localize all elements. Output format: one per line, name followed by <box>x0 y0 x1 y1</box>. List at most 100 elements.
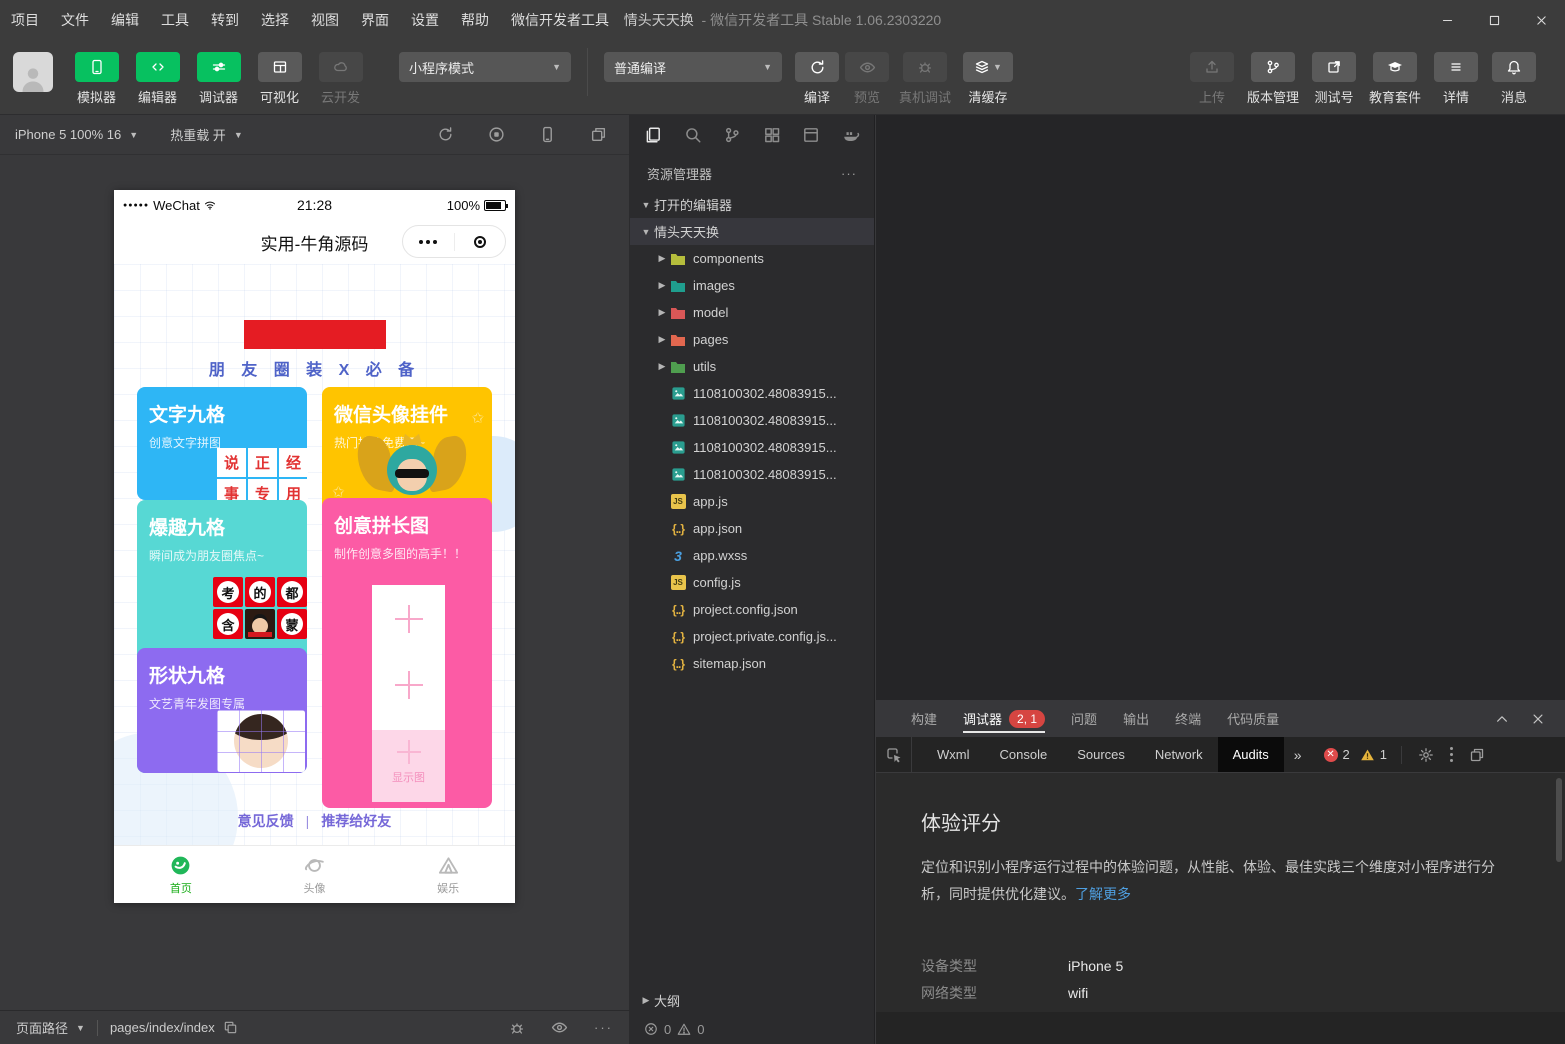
menu-tools[interactable]: 工具 <box>150 10 200 30</box>
tab-problems[interactable]: 问题 <box>1058 700 1110 737</box>
clear-cache-button[interactable]: ▼ 清缓存 <box>958 52 1018 106</box>
battery-icon <box>484 200 506 211</box>
page-path-label[interactable]: 页面路径 <box>16 1018 68 1037</box>
file-project-config[interactable]: {..} project.config.json <box>630 596 874 623</box>
devtools-tab-network[interactable]: Network <box>1140 737 1218 772</box>
whale-icon[interactable] <box>842 126 860 144</box>
tab-home[interactable]: 首页 <box>114 846 248 903</box>
files-icon[interactable] <box>644 126 662 144</box>
compile-button[interactable]: 编译 <box>792 52 842 106</box>
menu-interface[interactable]: 界面 <box>350 10 400 30</box>
more-icon[interactable]: ··· <box>841 166 857 181</box>
eye-icon[interactable] <box>551 1019 568 1036</box>
menu-devtools[interactable]: 微信开发者工具 <box>500 10 620 30</box>
version-manage-button[interactable]: 版本管理 <box>1241 52 1305 106</box>
folder-pages[interactable]: ▶ pages <box>630 326 874 353</box>
kebab-menu-icon[interactable] <box>1450 746 1453 764</box>
menu-goto[interactable]: 转到 <box>200 10 250 30</box>
tab-terminal[interactable]: 终端 <box>1162 700 1214 737</box>
menu-edit[interactable]: 编辑 <box>100 10 150 30</box>
menu-project[interactable]: 项目 <box>0 10 50 30</box>
file-image[interactable]: 1108100302.48083915... <box>630 407 874 434</box>
problems-summary[interactable]: 0 0 <box>630 1014 874 1044</box>
toggle-editor-button[interactable]: 编辑器 <box>127 52 188 106</box>
mode-select[interactable]: 小程序模式▼ <box>399 52 571 82</box>
file-image[interactable]: 1108100302.48083915... <box>630 380 874 407</box>
minimize-button[interactable] <box>1424 0 1471 40</box>
project-root[interactable]: ▼ 情头天天换 <box>630 218 874 245</box>
tab-build[interactable]: 构建 <box>898 700 950 737</box>
file-project-private-config[interactable]: {..} project.private.config.js... <box>630 623 874 650</box>
device-select[interactable]: iPhone 5 100% 16▼ <box>15 127 138 142</box>
file-config-js[interactable]: JS config.js <box>630 569 874 596</box>
compile-mode-select[interactable]: 普通编译▼ <box>604 52 782 82</box>
more-menu-button[interactable] <box>403 240 454 244</box>
extensions-icon[interactable] <box>763 126 781 144</box>
devtools-tab-audits[interactable]: Audits <box>1218 737 1284 772</box>
git-branch-icon[interactable] <box>723 126 741 144</box>
maximize-button[interactable] <box>1471 0 1518 40</box>
folder-images[interactable]: ▶ images <box>630 272 874 299</box>
more-icon[interactable]: ··· <box>594 1020 613 1035</box>
multi-window-icon[interactable] <box>590 126 607 143</box>
tab-output[interactable]: 输出 <box>1110 700 1162 737</box>
recommend-link[interactable]: 推荐给好友 <box>321 813 391 829</box>
file-app-wxss[interactable]: 3 app.wxss <box>630 542 874 569</box>
copy-icon[interactable] <box>223 1020 238 1035</box>
main-toolbar: 模拟器 编辑器 调试器 可视化 云开发 小程序模式▼ 普通编译▼ 编译 <box>0 40 1565 115</box>
scrollbar-thumb[interactable] <box>1556 778 1562 862</box>
file-image[interactable]: 1108100302.48083915... <box>630 434 874 461</box>
tab-code-quality[interactable]: 代码质量 <box>1214 700 1292 737</box>
sliders-icon <box>211 59 227 75</box>
folder-model[interactable]: ▶ model <box>630 299 874 326</box>
collapse-icon[interactable] <box>1495 712 1509 726</box>
file-image[interactable]: 1108100302.48083915... <box>630 461 874 488</box>
file-explorer: 资源管理器 ··· ▼ 打开的编辑器 ▼ 情头天天换 ▶ components … <box>630 115 875 1044</box>
gear-icon[interactable] <box>1418 747 1434 763</box>
close-icon <box>1535 14 1548 27</box>
search-icon[interactable] <box>684 126 702 144</box>
test-account-button[interactable]: 测试号 <box>1305 52 1363 106</box>
tab-fun[interactable]: 娱乐 <box>381 846 515 903</box>
folder-components[interactable]: ▶ components <box>630 245 874 272</box>
menu-view[interactable]: 视图 <box>300 10 350 30</box>
undock-icon[interactable] <box>1469 747 1485 763</box>
device-frame-icon[interactable] <box>539 126 556 143</box>
close-button[interactable] <box>1518 0 1565 40</box>
window-icon[interactable] <box>802 126 820 144</box>
details-button[interactable]: 详情 <box>1427 52 1485 106</box>
console-counts[interactable]: ✕ 2 1 <box>1324 747 1387 762</box>
folder-utils[interactable]: ▶ utils <box>630 353 874 380</box>
devtools-tab-wxml[interactable]: Wxml <box>922 737 985 772</box>
toggle-debugger-button[interactable]: 调试器 <box>188 52 249 106</box>
feedback-link[interactable]: 意见反馈 <box>238 813 294 829</box>
close-icon[interactable] <box>1531 712 1545 726</box>
tab-debugger[interactable]: 调试器 2, 1 <box>950 700 1058 737</box>
devtools-tab-console[interactable]: Console <box>985 737 1063 772</box>
file-app-json[interactable]: {..} app.json <box>630 515 874 542</box>
menu-file[interactable]: 文件 <box>50 10 100 30</box>
menu-settings[interactable]: 设置 <box>400 10 450 30</box>
inspect-element-button[interactable] <box>876 737 912 772</box>
open-editors-section[interactable]: ▼ 打开的编辑器 <box>630 191 874 218</box>
menu-select[interactable]: 选择 <box>250 10 300 30</box>
outline-section[interactable]: ▶ 大纲 <box>630 987 874 1014</box>
learn-more-link[interactable]: 了解更多 <box>1075 886 1131 902</box>
menu-help[interactable]: 帮助 <box>450 10 500 30</box>
bug-icon[interactable] <box>509 1020 525 1036</box>
messages-button[interactable]: 消息 <box>1485 52 1543 106</box>
ad-banner[interactable] <box>244 320 386 349</box>
more-tabs-button[interactable]: » <box>1284 747 1312 763</box>
toggle-simulator-button[interactable]: 模拟器 <box>66 52 127 106</box>
tab-avatar[interactable]: 头像 <box>248 846 382 903</box>
file-sitemap-json[interactable]: {..} sitemap.json <box>630 650 874 677</box>
toggle-visual-button[interactable]: 可视化 <box>249 52 310 106</box>
user-avatar[interactable] <box>13 52 53 92</box>
file-app-js[interactable]: JS app.js <box>630 488 874 515</box>
devtools-tab-sources[interactable]: Sources <box>1062 737 1140 772</box>
stop-icon[interactable] <box>488 126 505 143</box>
close-miniprogram-button[interactable] <box>455 236 506 248</box>
hot-reload-select[interactable]: 热重载 开▼ <box>170 125 243 144</box>
edu-suite-button[interactable]: 教育套件 <box>1363 52 1427 106</box>
restart-icon[interactable] <box>437 126 454 143</box>
